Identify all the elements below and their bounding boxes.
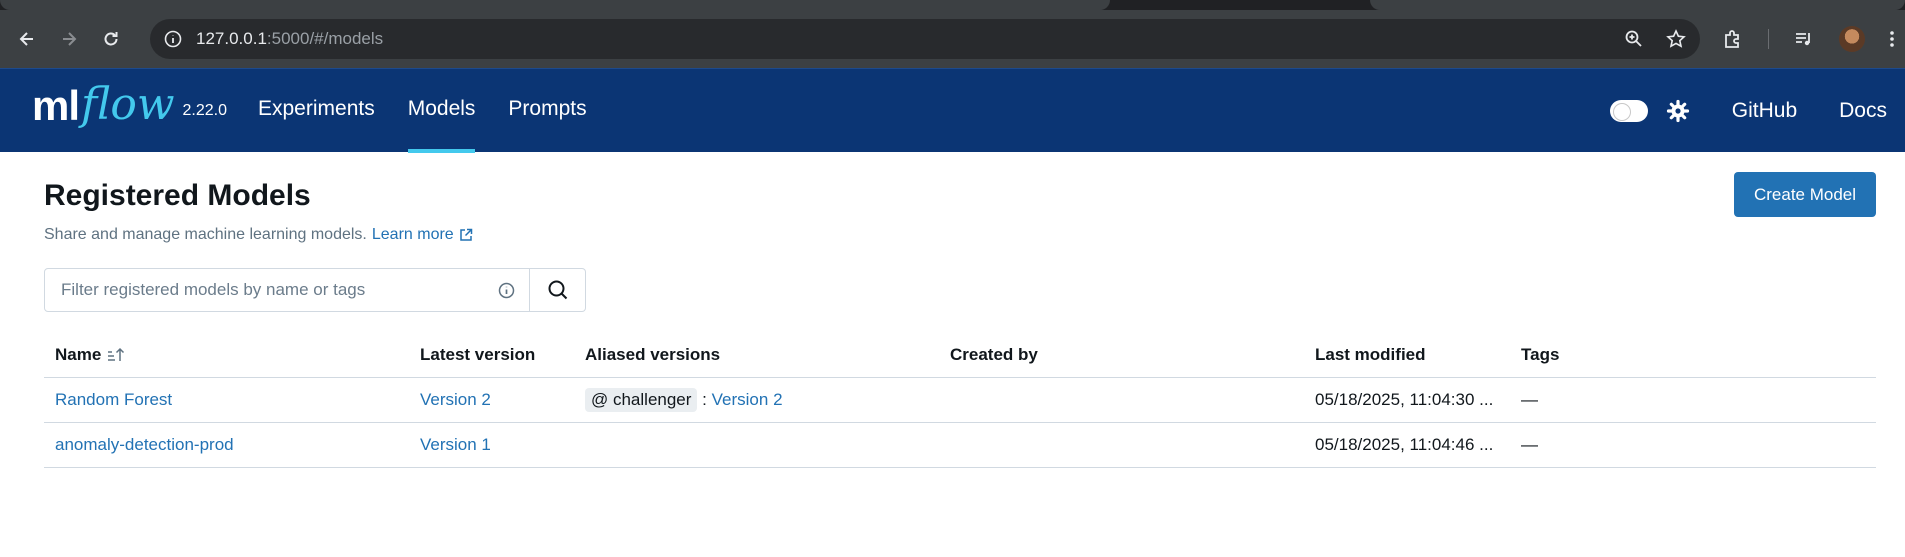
alias-version-link[interactable]: Version 2 xyxy=(712,390,783,409)
reload-icon xyxy=(104,32,118,46)
back-button[interactable] xyxy=(10,22,44,56)
external-link-icon xyxy=(459,228,472,241)
toolbar-divider xyxy=(1768,29,1769,49)
forward-button[interactable] xyxy=(52,22,86,56)
column-header-tags[interactable]: Tags xyxy=(1510,345,1876,365)
github-link[interactable]: GitHub xyxy=(1732,99,1797,123)
arrow-right-icon xyxy=(63,32,77,46)
search-icon xyxy=(548,280,567,300)
info-icon[interactable] xyxy=(498,282,515,299)
search-input[interactable]: Filter registered models by name or tags xyxy=(44,268,530,312)
column-header-aliased-versions[interactable]: Aliased versions xyxy=(574,345,939,365)
browser-tab[interactable] xyxy=(1370,0,1905,10)
column-header-latest-version[interactable]: Latest version xyxy=(409,345,574,365)
tags-cell: — xyxy=(1521,390,1538,409)
column-header-name[interactable]: Name xyxy=(44,345,409,365)
app-header: ml flow 2.22.0 Experiments Models Prompt… xyxy=(0,68,1905,153)
nav-prompts[interactable]: Prompts xyxy=(508,69,586,153)
search-placeholder: Filter registered models by name or tags xyxy=(61,280,366,299)
table-row: anomaly-detection-prod Version 1 05/18/2… xyxy=(44,423,1876,468)
nav-models[interactable]: Models xyxy=(407,69,475,153)
latest-version-link[interactable]: Version 1 xyxy=(420,435,491,454)
create-model-button[interactable]: Create Model xyxy=(1734,172,1876,217)
models-table: Name Latest version Aliased versions Cre… xyxy=(44,332,1876,468)
logo-flow-text: flow xyxy=(81,79,175,130)
url-text: 127.0.0.1:5000/#/models xyxy=(196,29,384,48)
subtitle-text: Share and manage machine learning models… xyxy=(44,226,367,243)
tags-cell: — xyxy=(1521,435,1538,454)
app-version: 2.22.0 xyxy=(182,102,227,119)
mlflow-logo[interactable]: ml flow 2.22.0 xyxy=(32,79,227,130)
learn-more-link[interactable]: Learn more xyxy=(372,226,473,244)
table-row: Random Forest Version 2 @ challenger : V… xyxy=(44,378,1876,423)
address-bar[interactable]: 127.0.0.1:5000/#/models xyxy=(150,19,1700,59)
column-header-last-modified[interactable]: Last modified xyxy=(1304,345,1510,365)
zoom-icon[interactable] xyxy=(1624,29,1644,49)
docs-link[interactable]: Docs xyxy=(1839,99,1887,123)
model-name-link[interactable]: anomaly-detection-prod xyxy=(55,435,234,454)
last-modified-cell: 05/18/2025, 11:04:46 ... xyxy=(1315,435,1494,454)
more-menu-icon[interactable] xyxy=(1889,29,1895,49)
column-header-created-by[interactable]: Created by xyxy=(939,345,1304,365)
reload-button[interactable] xyxy=(94,22,128,56)
browser-tabstrip xyxy=(0,0,1905,10)
logo-ml-text: ml xyxy=(32,82,80,129)
model-name-link[interactable]: Random Forest xyxy=(55,390,172,409)
extensions-icon[interactable] xyxy=(1722,28,1744,50)
arrow-left-icon xyxy=(19,32,33,46)
dark-mode-toggle[interactable] xyxy=(1609,100,1648,122)
latest-version-link[interactable]: Version 2 xyxy=(420,390,491,409)
alias-tag: @ challenger xyxy=(585,388,698,412)
table-header: Name Latest version Aliased versions Cre… xyxy=(44,332,1876,378)
column-name-label: Name xyxy=(55,344,102,364)
media-playlist-icon[interactable] xyxy=(1793,28,1815,50)
sort-ascending-icon[interactable] xyxy=(107,347,125,363)
search-bar: Filter registered models by name or tags xyxy=(44,268,586,312)
browser-toolbar: 127.0.0.1:5000/#/models xyxy=(0,10,1905,68)
profile-avatar[interactable] xyxy=(1839,26,1865,52)
learn-more-label: Learn more xyxy=(371,226,454,243)
page-title: Registered Models xyxy=(44,179,311,212)
bookmark-star-icon[interactable] xyxy=(1666,29,1686,49)
gear-icon[interactable] xyxy=(1666,99,1690,123)
page-subtitle: Share and manage machine learning models… xyxy=(44,226,473,244)
nav-experiments[interactable]: Experiments xyxy=(258,69,375,153)
top-nav: Experiments Models Prompts xyxy=(258,69,620,153)
last-modified-cell: 05/18/2025, 11:04:30 ... xyxy=(1315,390,1494,409)
alias-separator: : xyxy=(702,390,707,409)
site-info-icon[interactable] xyxy=(164,30,182,48)
search-button[interactable] xyxy=(530,268,586,312)
browser-tab[interactable] xyxy=(0,0,1110,10)
